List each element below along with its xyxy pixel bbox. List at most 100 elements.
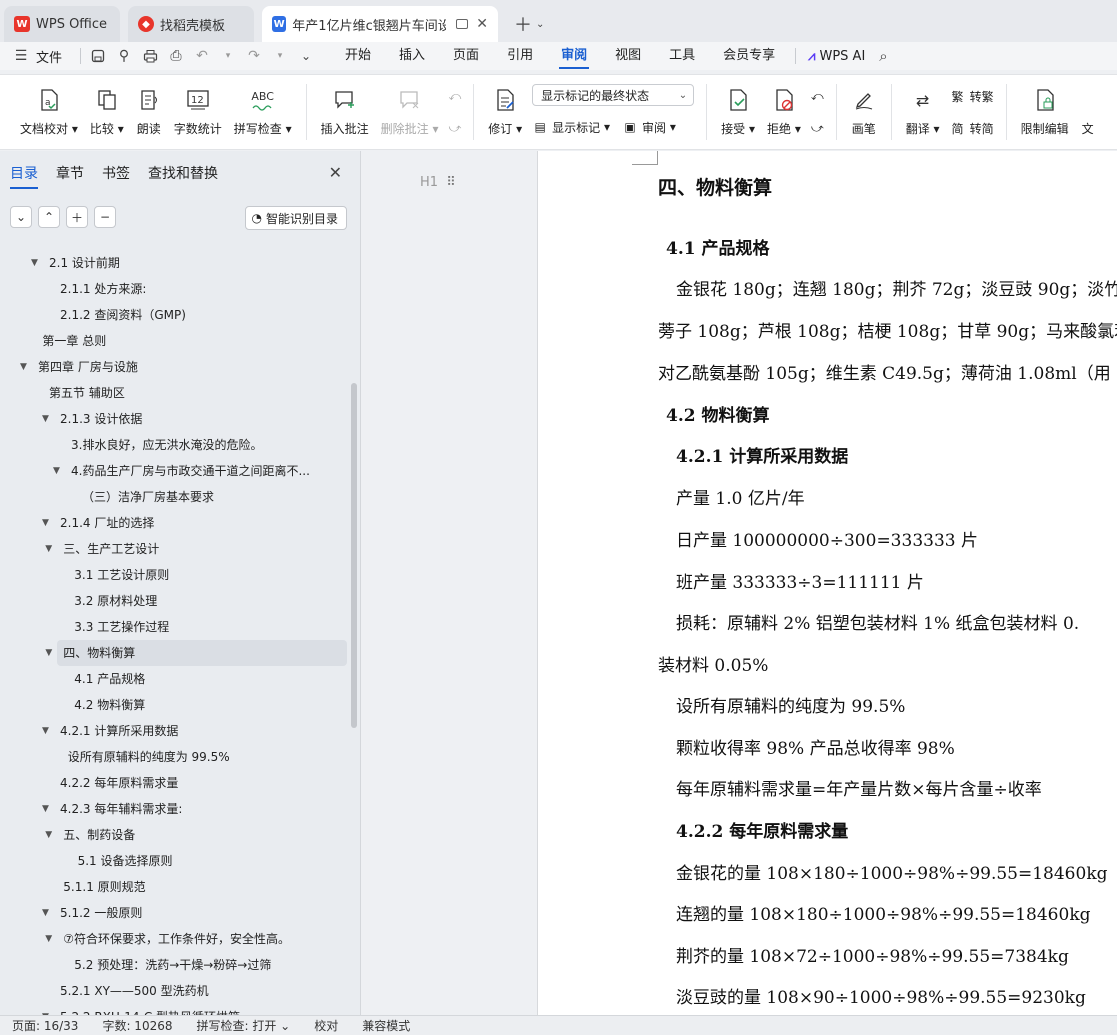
menu-review[interactable]: 审阅	[547, 42, 601, 70]
pen-button[interactable]: 画笔	[845, 80, 883, 144]
toc-item[interactable]: ▼ 2.1.3 设计依据	[0, 406, 350, 432]
expand-arrow-icon[interactable]: ▼	[31, 250, 38, 276]
document-heading[interactable]: 4.2.1 计算所采用数据	[676, 442, 848, 467]
reject-button[interactable]: 拒绝 ▾	[761, 80, 807, 144]
toc-item[interactable]: ▼ 三、生产工艺设计	[0, 536, 350, 562]
revise-button[interactable]: 修订 ▾	[482, 80, 528, 144]
menu-view[interactable]: 视图	[601, 42, 655, 70]
wps-ai-button[interactable]: ⩘ WPS AI	[808, 49, 865, 64]
share-icon[interactable]: ⚲	[113, 46, 135, 66]
document-heading[interactable]: 四、物料衡算	[658, 173, 772, 200]
expand-arrow-icon[interactable]: ▼	[45, 822, 52, 848]
document-paragraph[interactable]: 金银花的量 108×180÷1000÷98%÷99.55=18460kg	[676, 859, 1108, 884]
delete-comment-button[interactable]: 删除批注 ▾	[375, 80, 445, 144]
redo-dropdown-icon[interactable]: ▾	[269, 46, 291, 66]
toc-item[interactable]: ▼ 四、物料衡算	[45, 640, 347, 666]
to-simplified-button[interactable]: 简 转简	[950, 115, 994, 141]
document-heading[interactable]: 4.1 产品规格	[666, 234, 770, 259]
toc-item[interactable]: 4.2 物料衡算	[0, 692, 350, 718]
next-comment-icon[interactable]: ⤻	[448, 115, 461, 141]
toc-item[interactable]: 第一章 总则	[0, 328, 350, 354]
restrict-edit-button[interactable]: 限制编辑	[1015, 80, 1075, 144]
tab-document[interactable]: W 年产1亿片维c银翘片车间设计 ✕	[262, 6, 498, 42]
document-paragraph[interactable]: 颗粒收得率 98% 产品总收得率 98%	[676, 734, 955, 759]
close-tab-icon[interactable]: ✕	[476, 16, 488, 32]
tab-template[interactable]: ◆ 找稻壳模板	[128, 6, 254, 42]
accept-button[interactable]: 接受 ▾	[715, 80, 761, 144]
toc-item[interactable]: 3.3 工艺操作过程	[0, 614, 350, 640]
toc-item[interactable]: ▼ 4.药品生产厂房与市政交通干道之间距离不...	[0, 458, 350, 484]
document-paragraph[interactable]: 金银花 180g；连翘 180g；荆芥 72g；淡豆豉 90g；淡竹	[676, 275, 1117, 300]
document-heading[interactable]: 4.2 物料衡算	[666, 401, 770, 426]
markup-mode-select[interactable]: 显示标记的最终状态 ⌄	[532, 84, 695, 106]
document-paragraph[interactable]: 对乙酰氨基酚 105g；维生素 C49.5g；薄荷油 1.08ml（用	[658, 359, 1111, 384]
more-chevron-icon[interactable]: ⌄	[295, 46, 317, 66]
toc-item[interactable]: ▼ 4.2.3 每年辅料需求量:	[0, 796, 350, 822]
spell-check-button[interactable]: ABC 拼写检查 ▾	[228, 80, 298, 144]
toc-item[interactable]: ▼ ⑦符合环保要求，工作条件好，安全性高。	[0, 926, 350, 952]
tab-sections[interactable]: 章节	[56, 151, 84, 197]
toc-item[interactable]: ▼ 五、制药设备	[0, 822, 350, 848]
redo-icon[interactable]: ↷	[243, 46, 265, 66]
expand-arrow-icon[interactable]: ▼	[42, 406, 49, 432]
toc-item[interactable]: ▼ 5.2.2 RXH-14-C 型热风循环烘箱	[0, 1004, 350, 1015]
toc-item[interactable]: 4.1 产品规格	[0, 666, 350, 692]
document-heading[interactable]: 4.2.2 每年原料需求量	[676, 817, 848, 842]
compare-button[interactable]: 比较 ▾	[84, 80, 130, 144]
toc-item[interactable]: 3.1 工艺设计原则	[0, 562, 350, 588]
undo-dropdown-icon[interactable]: ▾	[217, 46, 239, 66]
toc-item[interactable]: ▼ 2.1 设计前期	[0, 250, 350, 276]
toc-item[interactable]: 4.2.2 每年原料需求量	[0, 770, 350, 796]
page-indicator[interactable]: 页面: 16/33	[0, 1017, 90, 1034]
toc-item[interactable]: ▼ 5.1.2 一般原则	[0, 900, 350, 926]
toc-item[interactable]: 5.2.1 XY——500 型洗药机	[0, 978, 350, 1004]
expand-arrow-icon[interactable]: ▼	[42, 718, 49, 744]
document-page[interactable]: 四、物料衡算 4.1 产品规格金银花 180g；连翘 180g；荆芥 72g；淡豆…	[537, 151, 1117, 1015]
menu-home[interactable]: 开始	[331, 42, 385, 70]
show-markup-button[interactable]: ▤ 显示标记 ▾	[532, 114, 610, 140]
toc-item[interactable]: 第五节 辅助区	[0, 380, 350, 406]
menu-member[interactable]: 会员专享	[709, 42, 789, 70]
translate-button[interactable]: ⇄ 翻译 ▾	[900, 80, 946, 144]
document-paragraph[interactable]: 蒡子 108g；芦根 108g；桔梗 108g；甘草 90g；马来酸氯苯	[658, 317, 1117, 342]
window-icon[interactable]	[455, 19, 469, 29]
drag-handle-icon[interactable]: ⠿	[446, 175, 456, 190]
previous-comment-icon[interactable]: ⤺	[448, 83, 461, 109]
doc-proof-button[interactable]: a 文档校对 ▾	[14, 80, 84, 144]
print-icon[interactable]	[139, 46, 161, 66]
toc-scrollbar[interactable]	[351, 383, 357, 728]
new-tab-button[interactable]: ＋ ⌄	[506, 6, 552, 42]
menu-insert[interactable]: 插入	[385, 42, 439, 70]
heading-level-marker[interactable]: H1 ⠿	[420, 175, 456, 190]
word-count-indicator[interactable]: 字数: 10268	[90, 1017, 184, 1034]
expand-arrow-icon[interactable]: ▼	[20, 354, 27, 380]
menu-references[interactable]: 引用	[493, 42, 547, 70]
insert-comment-button[interactable]: 插入批注	[315, 80, 375, 144]
toc-item[interactable]: 2.1.2 查阅资料（GMP)	[0, 302, 350, 328]
toc-item[interactable]: 5.2 预处理：洗药→干燥→粉碎→过筛	[0, 952, 350, 978]
expand-arrow-icon[interactable]: ▼	[42, 510, 49, 536]
tab-bookmarks[interactable]: 书签	[102, 151, 130, 197]
document-permission-button[interactable]: 文	[1075, 80, 1101, 144]
document-paragraph[interactable]: 班产量 333333÷3=111111 片	[676, 568, 924, 593]
expand-chevron-icon[interactable]: ⌃	[38, 206, 60, 228]
read-aloud-button[interactable]: 朗读	[130, 80, 168, 144]
expand-arrow-icon[interactable]: ▼	[45, 536, 52, 562]
toc-item[interactable]: 3.2 原材料处理	[0, 588, 350, 614]
menu-file[interactable]: 文件	[36, 47, 62, 66]
document-paragraph[interactable]: 淡豆豉的量 108×90÷1000÷98%÷99.55=9230kg	[676, 983, 1086, 1008]
document-paragraph[interactable]: 装材料 0.05%	[658, 651, 768, 676]
toc-item[interactable]: ▼ 2.1.4 厂址的选择	[0, 510, 350, 536]
document-paragraph[interactable]: 设所有原辅料的纯度为 99.5%	[676, 692, 905, 717]
expand-arrow-icon[interactable]: ▼	[42, 1004, 49, 1015]
document-paragraph[interactable]: 荆芥的量 108×72÷1000÷98%÷99.55=7384kg	[676, 942, 1069, 967]
to-traditional-button[interactable]: 繁 转繁	[950, 83, 994, 109]
menu-page[interactable]: 页面	[439, 42, 493, 70]
expand-arrow-icon[interactable]: ▼	[53, 458, 60, 484]
tab-toc[interactable]: 目录	[10, 151, 38, 197]
document-paragraph[interactable]: 连翘的量 108×180÷1000÷98%÷99.55=18460kg	[676, 900, 1091, 925]
toc-item[interactable]: 5.1.1 原则规范	[0, 874, 350, 900]
toc-item[interactable]: 3.排水良好，应无洪水淹没的危险。	[0, 432, 350, 458]
review-pane-button[interactable]: ▣ 审阅 ▾	[622, 114, 676, 140]
spell-check-indicator[interactable]: 拼写检查: 打开 ⌄	[185, 1017, 303, 1034]
